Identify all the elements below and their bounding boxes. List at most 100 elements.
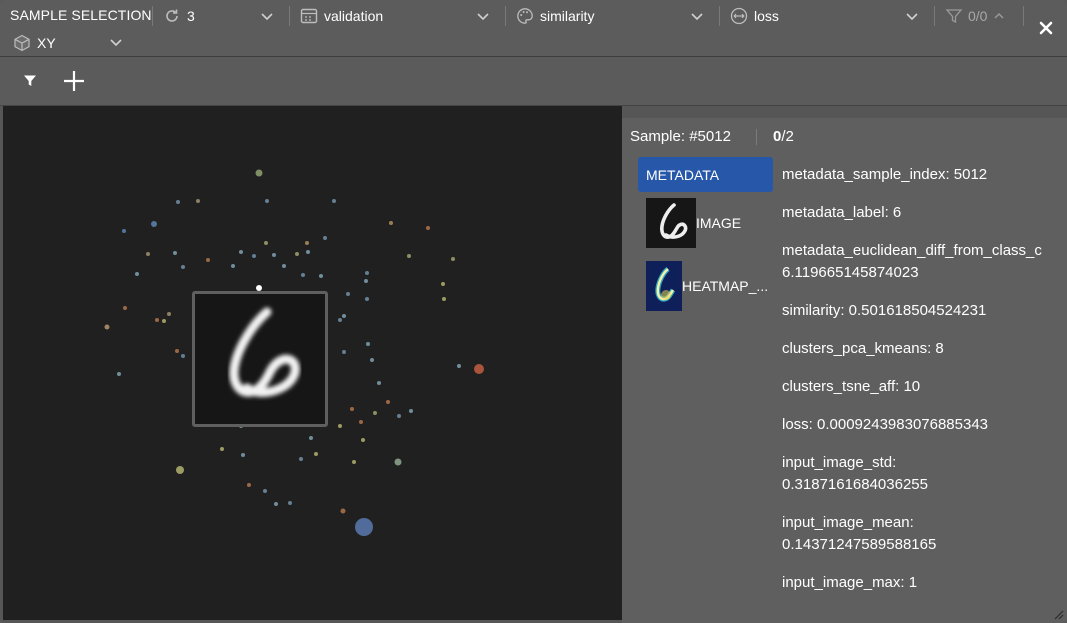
scatter-point[interactable] xyxy=(441,282,445,286)
resize-grip-icon[interactable] xyxy=(1052,608,1064,620)
chevron-up-icon[interactable] xyxy=(993,7,1005,25)
scatter-point[interactable] xyxy=(355,518,373,536)
scatter-point[interactable] xyxy=(247,483,251,487)
scatter-point[interactable] xyxy=(306,250,310,254)
scatter-point[interactable] xyxy=(252,254,256,258)
scatter-point[interactable] xyxy=(342,350,346,354)
chevron-down-icon[interactable] xyxy=(259,8,275,24)
scatter-point[interactable] xyxy=(314,452,318,456)
refresh-value: 3 xyxy=(187,8,195,24)
scatter-point[interactable] xyxy=(340,508,346,514)
scatter-point[interactable] xyxy=(282,264,286,268)
scatter-point[interactable] xyxy=(364,279,368,283)
scatter-point[interactable] xyxy=(359,420,363,424)
scatter-point[interactable] xyxy=(175,349,179,353)
scatter-point[interactable] xyxy=(342,314,346,318)
scatter-point[interactable] xyxy=(394,458,402,466)
scatter-point[interactable] xyxy=(451,257,455,261)
scatter-point[interactable] xyxy=(301,273,305,277)
scatter-point[interactable] xyxy=(338,318,342,322)
filter-count[interactable]: 0/0 xyxy=(945,4,1005,28)
refresh-icon xyxy=(163,7,181,25)
toolbar-divider xyxy=(289,6,290,26)
scatter-point[interactable] xyxy=(135,272,139,276)
scatter-point[interactable] xyxy=(151,221,157,227)
scatter-point[interactable] xyxy=(407,254,411,258)
scatter-point[interactable] xyxy=(370,358,374,362)
scatter-point[interactable] xyxy=(263,489,267,493)
scatter-point[interactable] xyxy=(255,169,263,177)
scatter-point[interactable] xyxy=(167,312,171,316)
color-by-select[interactable]: similarity xyxy=(516,4,594,28)
scatter-point[interactable] xyxy=(176,466,184,474)
scatter-point[interactable] xyxy=(346,292,350,296)
scatter-point[interactable] xyxy=(352,460,356,464)
scatter-point[interactable] xyxy=(196,199,200,203)
meta-image-max: input_image_max: 1 xyxy=(782,574,918,591)
scatter-point[interactable] xyxy=(409,409,413,413)
scatter-point[interactable] xyxy=(181,265,185,269)
scatter-point[interactable] xyxy=(264,241,268,245)
scatter-point[interactable] xyxy=(104,324,110,330)
scatter-point[interactable] xyxy=(241,453,245,457)
split-select[interactable]: validation xyxy=(300,4,383,28)
refresh-select[interactable]: 3 xyxy=(163,4,195,28)
scatter-point[interactable] xyxy=(365,271,369,275)
view-mode-select[interactable]: XY xyxy=(13,31,56,55)
scatter-point[interactable] xyxy=(366,342,370,346)
chevron-down-icon[interactable] xyxy=(475,8,491,24)
sample-details-panel: Sample: #5012 0/2 METADATA IMAGE HEATMAP… xyxy=(622,118,1067,623)
scatter-point[interactable] xyxy=(350,407,354,411)
scatter-point[interactable] xyxy=(365,297,369,301)
scatter-point[interactable] xyxy=(474,364,484,374)
close-button[interactable] xyxy=(1036,18,1056,38)
scatter-point[interactable] xyxy=(323,236,327,240)
scatter-point[interactable] xyxy=(373,411,377,415)
scatter-point[interactable] xyxy=(206,258,210,262)
scatter-point[interactable] xyxy=(457,364,461,368)
add-button[interactable] xyxy=(60,67,88,95)
scatter-point[interactable] xyxy=(397,414,401,418)
chevron-down-icon[interactable] xyxy=(904,8,920,24)
scatter-point[interactable] xyxy=(299,457,303,461)
scatter-point[interactable] xyxy=(176,200,180,204)
scatter-point[interactable] xyxy=(332,199,336,203)
sample-counter: 0/2 xyxy=(773,128,794,145)
meta-image-mean: input_image_mean: 0.14371247589588165 xyxy=(782,512,1057,556)
scatter-point[interactable] xyxy=(295,252,299,256)
scatter-point[interactable] xyxy=(389,221,393,225)
scatter-point[interactable] xyxy=(122,229,126,233)
scatter-point[interactable] xyxy=(231,264,235,268)
filter-button[interactable] xyxy=(16,67,44,95)
close-icon xyxy=(1039,21,1053,35)
scatter-point[interactable] xyxy=(319,274,323,278)
chevron-down-icon[interactable] xyxy=(108,34,124,50)
scatter-point[interactable] xyxy=(181,354,185,358)
tab-heatmap[interactable]: HEATMAP_... xyxy=(638,261,773,313)
scatter-point[interactable] xyxy=(239,250,243,254)
scatter-point[interactable] xyxy=(274,502,278,506)
scatter-point[interactable] xyxy=(309,436,313,440)
size-by-select[interactable]: loss xyxy=(730,4,779,28)
tab-image[interactable]: IMAGE xyxy=(638,198,773,250)
scatter-point[interactable] xyxy=(265,199,269,203)
scatter-point[interactable] xyxy=(288,501,292,505)
scatter-point[interactable] xyxy=(117,372,121,376)
scatter-point[interactable] xyxy=(386,400,390,404)
scatter-point[interactable] xyxy=(338,424,342,428)
scatter-point[interactable] xyxy=(361,438,365,442)
scatter-point[interactable] xyxy=(146,252,150,256)
scatter-point[interactable] xyxy=(220,447,224,451)
chevron-down-icon[interactable] xyxy=(689,8,705,24)
scatter-point[interactable] xyxy=(272,253,276,257)
scatter-point[interactable] xyxy=(426,226,430,230)
embedding-plot[interactable] xyxy=(3,106,622,620)
scatter-point[interactable] xyxy=(123,306,127,310)
scatter-point[interactable] xyxy=(155,318,159,322)
tab-metadata[interactable]: METADATA xyxy=(638,157,773,192)
scatter-point[interactable] xyxy=(305,241,309,245)
scatter-point[interactable] xyxy=(173,251,177,255)
scatter-point[interactable] xyxy=(442,297,446,301)
scatter-point[interactable] xyxy=(377,381,381,385)
scatter-point[interactable] xyxy=(162,319,166,323)
